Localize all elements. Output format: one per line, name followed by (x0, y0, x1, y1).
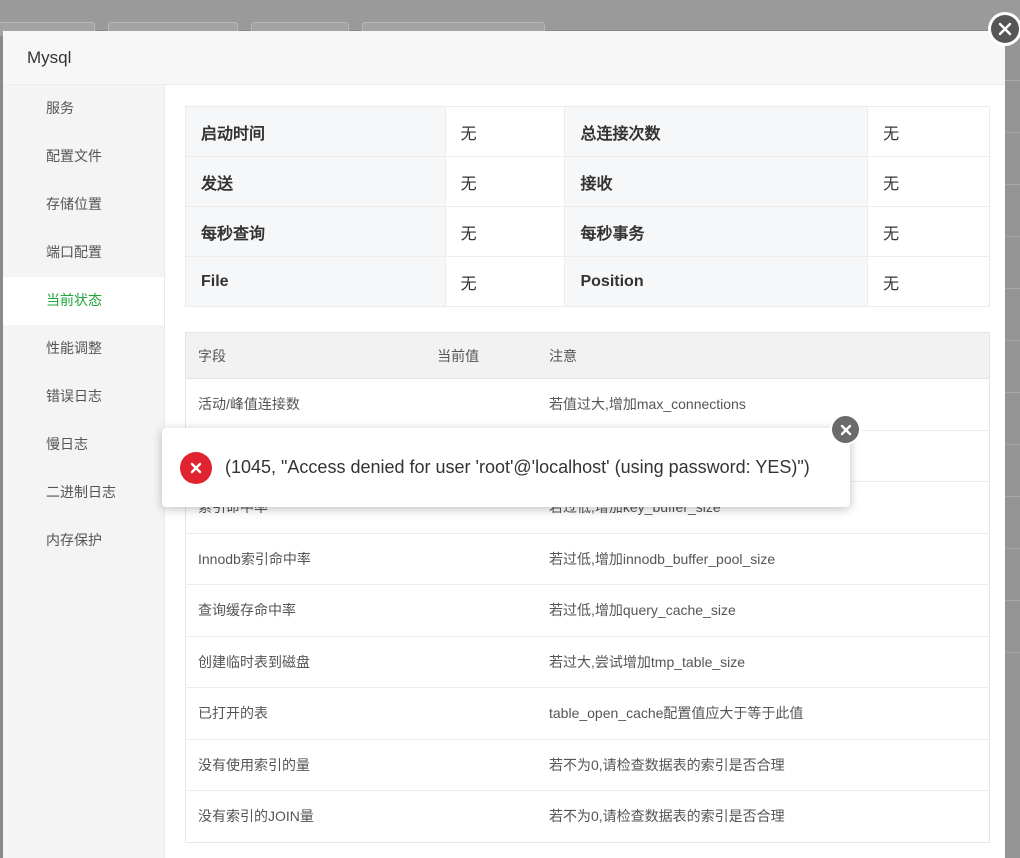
value-cell (425, 687, 537, 740)
table-row: 启动时间 无 总连接次数 无 (185, 106, 990, 157)
close-icon (832, 416, 859, 443)
summary-label: 每秒查询 (185, 206, 446, 257)
value-cell (425, 739, 537, 791)
backdrop-toolbar (0, 0, 1020, 36)
field-cell: 查询缓存命中率 (185, 584, 426, 637)
table-row: Innodb索引命中率 若过低,增加innodb_buffer_pool_siz… (185, 533, 990, 585)
summary-value: 无 (444, 156, 566, 207)
summary-label: 发送 (185, 156, 446, 207)
field-cell: 创建临时表到磁盘 (185, 636, 426, 688)
toast-message: (1045, "Access denied for user 'root'@'l… (225, 457, 810, 477)
table-row: 发送 无 接收 无 (185, 156, 990, 207)
table-row: 没有使用索引的量 若不为0,请检查数据表的索引是否合理 (185, 739, 990, 791)
value-cell (425, 636, 537, 688)
table-header-row: 字段 当前值 注意 (185, 332, 990, 379)
sidebar-item-storage-location[interactable]: 存储位置 (3, 181, 164, 229)
summary-label: 每秒事务 (564, 206, 869, 257)
note-cell: 若值过大,增加max_connections (537, 378, 990, 431)
dialog-close-button[interactable] (988, 12, 1020, 46)
error-toast: (1045, "Access denied for user 'root'@'l… (162, 414, 861, 507)
table-row: File 无 Position 无 (185, 256, 990, 307)
toast-close-button[interactable] (830, 414, 861, 445)
sidebar-item-memory-protection[interactable]: 内存保护 (3, 517, 164, 565)
table-row: 活动/峰值连接数 若值过大,增加max_connections (185, 378, 990, 431)
field-cell: Innodb索引命中率 (185, 533, 426, 585)
close-icon (991, 15, 1019, 43)
field-cell: 没有索引的JOIN量 (198, 808, 314, 825)
error-x-icon (180, 451, 212, 484)
value-cell (425, 378, 537, 431)
sidebar-item-slow-log[interactable]: 慢日志 (3, 421, 164, 469)
sidebar-item-error-log[interactable]: 错误日志 (3, 373, 164, 421)
note-cell: 若过低,增加innodb_buffer_pool_size (537, 533, 990, 585)
summary-label: File (185, 256, 446, 307)
summary-label: Position (564, 256, 869, 307)
sidebar-item-binary-log[interactable]: 二进制日志 (3, 469, 164, 517)
field-cell: 活动/峰值连接数 (185, 378, 426, 431)
dialog-title: Mysql (27, 47, 72, 67)
note-cell: 若过低,增加query_cache_size (537, 584, 990, 637)
dialog-header: Mysql (3, 31, 1005, 85)
note-cell: 若过大,尝试增加tmp_table_size (537, 636, 990, 688)
summary-value: 无 (444, 106, 566, 157)
sidebar-item-performance-tuning[interactable]: 性能调整 (3, 325, 164, 373)
table-row: 查询缓存命中率 若过低,增加query_cache_size (185, 584, 990, 637)
table-row: 没有索引的JOIN量 若不为0,请检查数据表的索引是否合理 (186, 791, 990, 843)
sidebar-item-service[interactable]: 服务 (3, 85, 164, 133)
column-header-current-value: 当前值 (425, 332, 537, 379)
sidebar-item-current-status[interactable]: 当前状态 (3, 277, 164, 325)
summary-label: 接收 (564, 156, 869, 207)
value-cell (425, 584, 537, 637)
summary-value: 无 (444, 256, 566, 307)
value-cell (425, 533, 537, 585)
table-row: 每秒查询 无 每秒事务 无 (185, 206, 990, 257)
column-header-field: 字段 (185, 332, 426, 379)
status-variables-table: 字段 当前值 注意 活动/峰值连接数 若值过大,增加max_connection… (185, 332, 990, 843)
summary-value: 无 (867, 156, 990, 207)
note-cell: table_open_cache配置值应大于等于此值 (537, 687, 990, 740)
field-cell: 已打开的表 (185, 687, 426, 740)
summary-value: 无 (867, 106, 990, 157)
field-cell: 没有使用索引的量 (185, 739, 426, 791)
summary-label: 启动时间 (185, 106, 446, 157)
table-row: 已打开的表 table_open_cache配置值应大于等于此值 (185, 687, 990, 740)
note-cell: 若不为0,请检查数据表的索引是否合理 (549, 808, 785, 825)
summary-value: 无 (867, 256, 990, 307)
value-cell (425, 791, 537, 843)
summary-label: 总连接次数 (564, 106, 869, 157)
note-cell: 若不为0,请检查数据表的索引是否合理 (537, 739, 990, 791)
summary-value: 无 (867, 206, 990, 257)
sidebar: 服务 配置文件 存储位置 端口配置 当前状态 性能调整 错误日志 慢日志 二进制… (3, 85, 165, 858)
table-row: 创建临时表到磁盘 若过大,尝试增加tmp_table_size (185, 636, 990, 688)
sidebar-item-port-config[interactable]: 端口配置 (3, 229, 164, 277)
summary-table: 启动时间 无 总连接次数 无 发送 无 接收 无 每秒查询 无 每秒事务 无 F… (185, 106, 990, 307)
backdrop-edge (1005, 30, 1020, 858)
summary-value: 无 (444, 206, 566, 257)
sidebar-item-config-file[interactable]: 配置文件 (3, 133, 164, 181)
column-header-note: 注意 (537, 332, 990, 379)
